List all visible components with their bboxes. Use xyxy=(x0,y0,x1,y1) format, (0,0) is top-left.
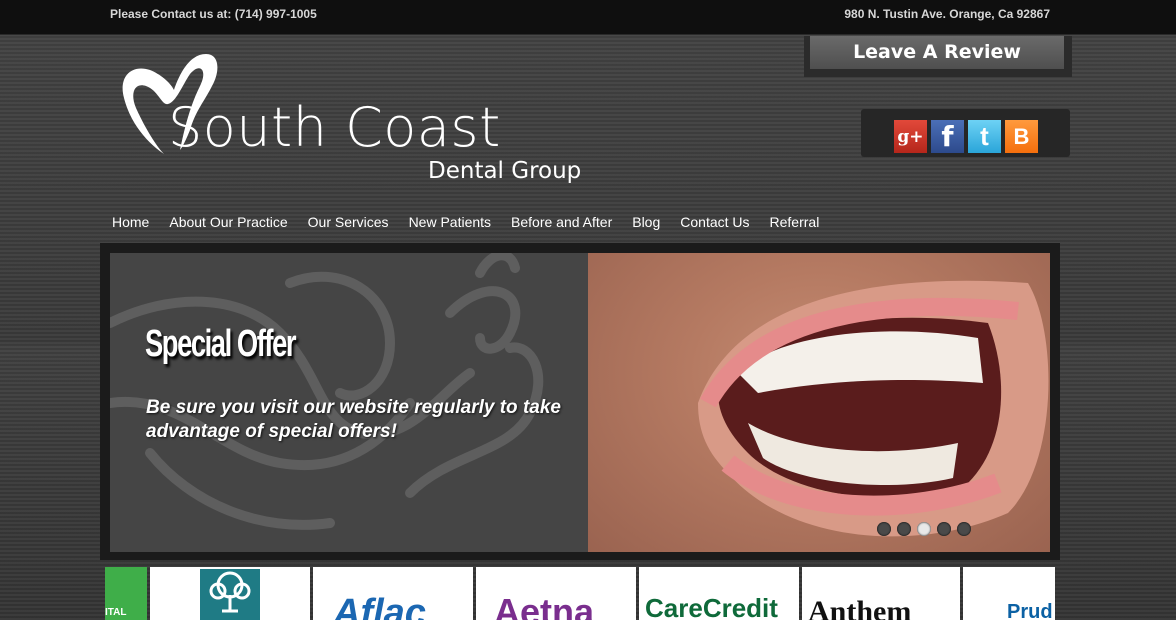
insurance-logo-tree xyxy=(150,567,310,620)
contact-address: 980 N. Tustin Ave. Orange, Ca 92867 xyxy=(844,7,1050,21)
social-links: g+ f t B xyxy=(861,109,1070,157)
prudential-label: Prud xyxy=(1007,601,1053,620)
top-bar: Please Contact us at: (714) 997-1005 980… xyxy=(0,0,1176,35)
nav-before-and-after[interactable]: Before and After xyxy=(511,214,612,234)
nav-home[interactable]: Home xyxy=(112,214,149,234)
slide-title: Special Offer xyxy=(145,323,297,365)
slide-text: Be sure you visit our website regularly … xyxy=(146,397,561,442)
insurance-partial-label: ITAL xyxy=(105,607,127,618)
insurance-logos: ITAL Aflac Aetna CareCredit Anthem Prud xyxy=(105,567,1055,620)
site-logo[interactable]: South Coast Dental Group xyxy=(116,50,596,195)
main-nav: Home About Our Practice Our Services New… xyxy=(112,214,839,234)
insurance-logo-carecredit: CareCredit xyxy=(639,567,799,620)
insurance-logo-prudential: Prud xyxy=(963,567,1055,620)
nav-new-patients[interactable]: New Patients xyxy=(409,214,491,234)
slider-dot[interactable] xyxy=(897,522,911,536)
carecredit-label: CareCredit xyxy=(645,593,778,620)
logo-subtitle: Dental Group xyxy=(428,158,582,184)
nav-blog[interactable]: Blog xyxy=(632,214,660,234)
slider-dot[interactable] xyxy=(957,522,971,536)
smile-photo-illustration xyxy=(698,280,1049,537)
insurance-logo-aflac: Aflac xyxy=(313,567,473,620)
facebook-icon[interactable]: f xyxy=(931,120,964,153)
slide-text-panel: Special Offer Be sure you visit our webs… xyxy=(110,253,588,552)
review-box: Leave A Review xyxy=(804,36,1072,77)
blogger-icon[interactable]: B xyxy=(1005,120,1038,153)
slider-dot[interactable] xyxy=(877,522,891,536)
aetna-label: Aetna xyxy=(494,591,595,620)
tree-logo-icon xyxy=(200,569,260,620)
twitter-icon[interactable]: t xyxy=(968,120,1001,153)
insurance-logo-aetna: Aetna xyxy=(476,567,636,620)
slider-dot-active[interactable] xyxy=(917,522,931,536)
insurance-logo-anthem: Anthem xyxy=(802,567,960,620)
nav-about-our-practice[interactable]: About Our Practice xyxy=(169,214,287,234)
contact-phone: Please Contact us at: (714) 997-1005 xyxy=(110,7,317,21)
anthem-label: Anthem xyxy=(808,595,912,620)
logo-title: South Coast xyxy=(168,96,501,159)
hero-slider: Special Offer Be sure you visit our webs… xyxy=(100,243,1060,560)
insurance-logo-partial: ITAL xyxy=(105,567,147,620)
nav-referral[interactable]: Referral xyxy=(770,214,820,234)
nav-contact-us[interactable]: Contact Us xyxy=(680,214,749,234)
slider-dots xyxy=(877,522,977,536)
slider-dot[interactable] xyxy=(937,522,951,536)
aflac-label: Aflac xyxy=(333,592,426,620)
smile-image xyxy=(588,253,1050,552)
leave-review-button[interactable]: Leave A Review xyxy=(810,36,1064,69)
nav-our-services[interactable]: Our Services xyxy=(308,214,389,234)
google-plus-icon[interactable]: g+ xyxy=(894,120,927,153)
